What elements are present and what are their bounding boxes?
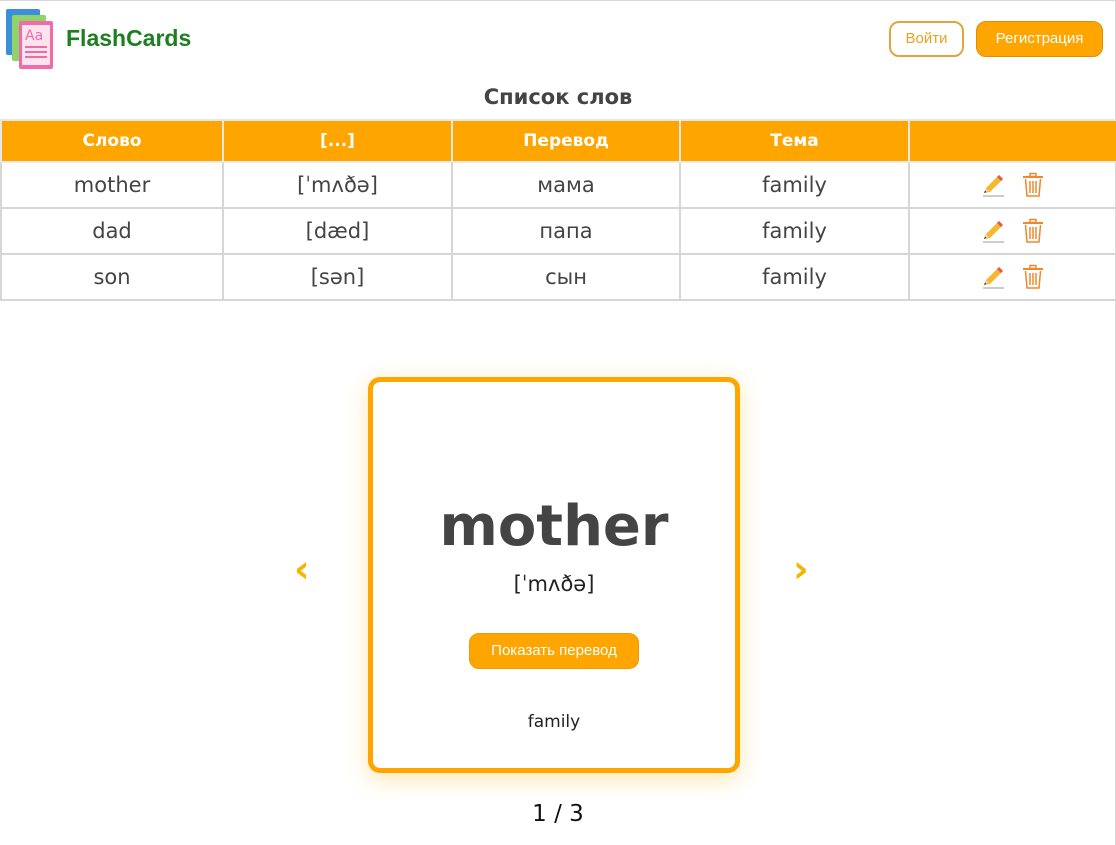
actions-cell [908, 161, 1116, 209]
pencil-icon[interactable] [980, 264, 1006, 290]
brand-name[interactable]: FlashCards [66, 25, 191, 52]
login-button[interactable]: Войти [889, 21, 964, 57]
word-cell: mother [0, 161, 224, 209]
actions-cell [908, 253, 1116, 301]
register-button[interactable]: Регистрация [976, 21, 1103, 57]
column-header-topic: Тема [679, 119, 910, 163]
trash-icon[interactable] [1020, 218, 1046, 244]
show-translation-button[interactable]: Показать перевод [469, 633, 639, 669]
words-table: Слово [...] Перевод Тема mother [ˈmʌðə] … [0, 119, 1116, 301]
row-actions [910, 264, 1116, 290]
trash-icon[interactable] [1020, 264, 1046, 290]
table-row: son [sən] сын family [0, 253, 1116, 301]
card-word: mother [439, 494, 669, 559]
topic-cell: family [679, 253, 910, 301]
transcription-cell: [sən] [222, 253, 453, 301]
actions-cell [908, 207, 1116, 255]
row-actions [910, 218, 1116, 244]
transcription-cell: [dæd] [222, 207, 453, 255]
table-row: mother [ˈmʌðə] мама family [0, 161, 1116, 209]
card-counter: 1 / 3 [532, 801, 584, 827]
transcription-cell: [ˈmʌðə] [222, 161, 453, 209]
table-row: dad [dæd] папа family [0, 207, 1116, 255]
translation-cell: папа [451, 207, 681, 255]
pencil-icon[interactable] [980, 218, 1006, 244]
column-header-transcription: [...] [222, 119, 453, 163]
topic-cell: family [679, 161, 910, 209]
prev-card-arrow[interactable]: ‹ [294, 549, 310, 589]
header: Aa FlashCards Войти Регистрация [0, 1, 1115, 85]
translation-cell: мама [451, 161, 681, 209]
word-cell: son [0, 253, 224, 301]
card-topic: family [527, 712, 581, 732]
flashcard[interactable]: mother [ˈmʌðə] Показать перевод family [368, 377, 740, 773]
next-card-arrow[interactable]: › [793, 549, 809, 589]
word-cell: dad [0, 207, 224, 255]
table-header-row: Слово [...] Перевод Тема [0, 119, 1116, 163]
app-page: Aa FlashCards Войти Регистрация Список с… [0, 0, 1116, 845]
column-header-translation: Перевод [451, 119, 681, 163]
translation-cell: сын [451, 253, 681, 301]
svg-text:Aa: Aa [25, 28, 43, 44]
flashcards-logo-icon[interactable]: Aa [6, 7, 54, 69]
column-header-actions [908, 119, 1116, 163]
card-transcription: [ˈmʌðə] [513, 572, 595, 596]
word-list-title: Список слов [483, 85, 633, 109]
pencil-icon[interactable] [980, 172, 1006, 198]
column-header-word: Слово [0, 119, 224, 163]
topic-cell: family [679, 207, 910, 255]
row-actions [910, 172, 1116, 198]
trash-icon[interactable] [1020, 172, 1046, 198]
